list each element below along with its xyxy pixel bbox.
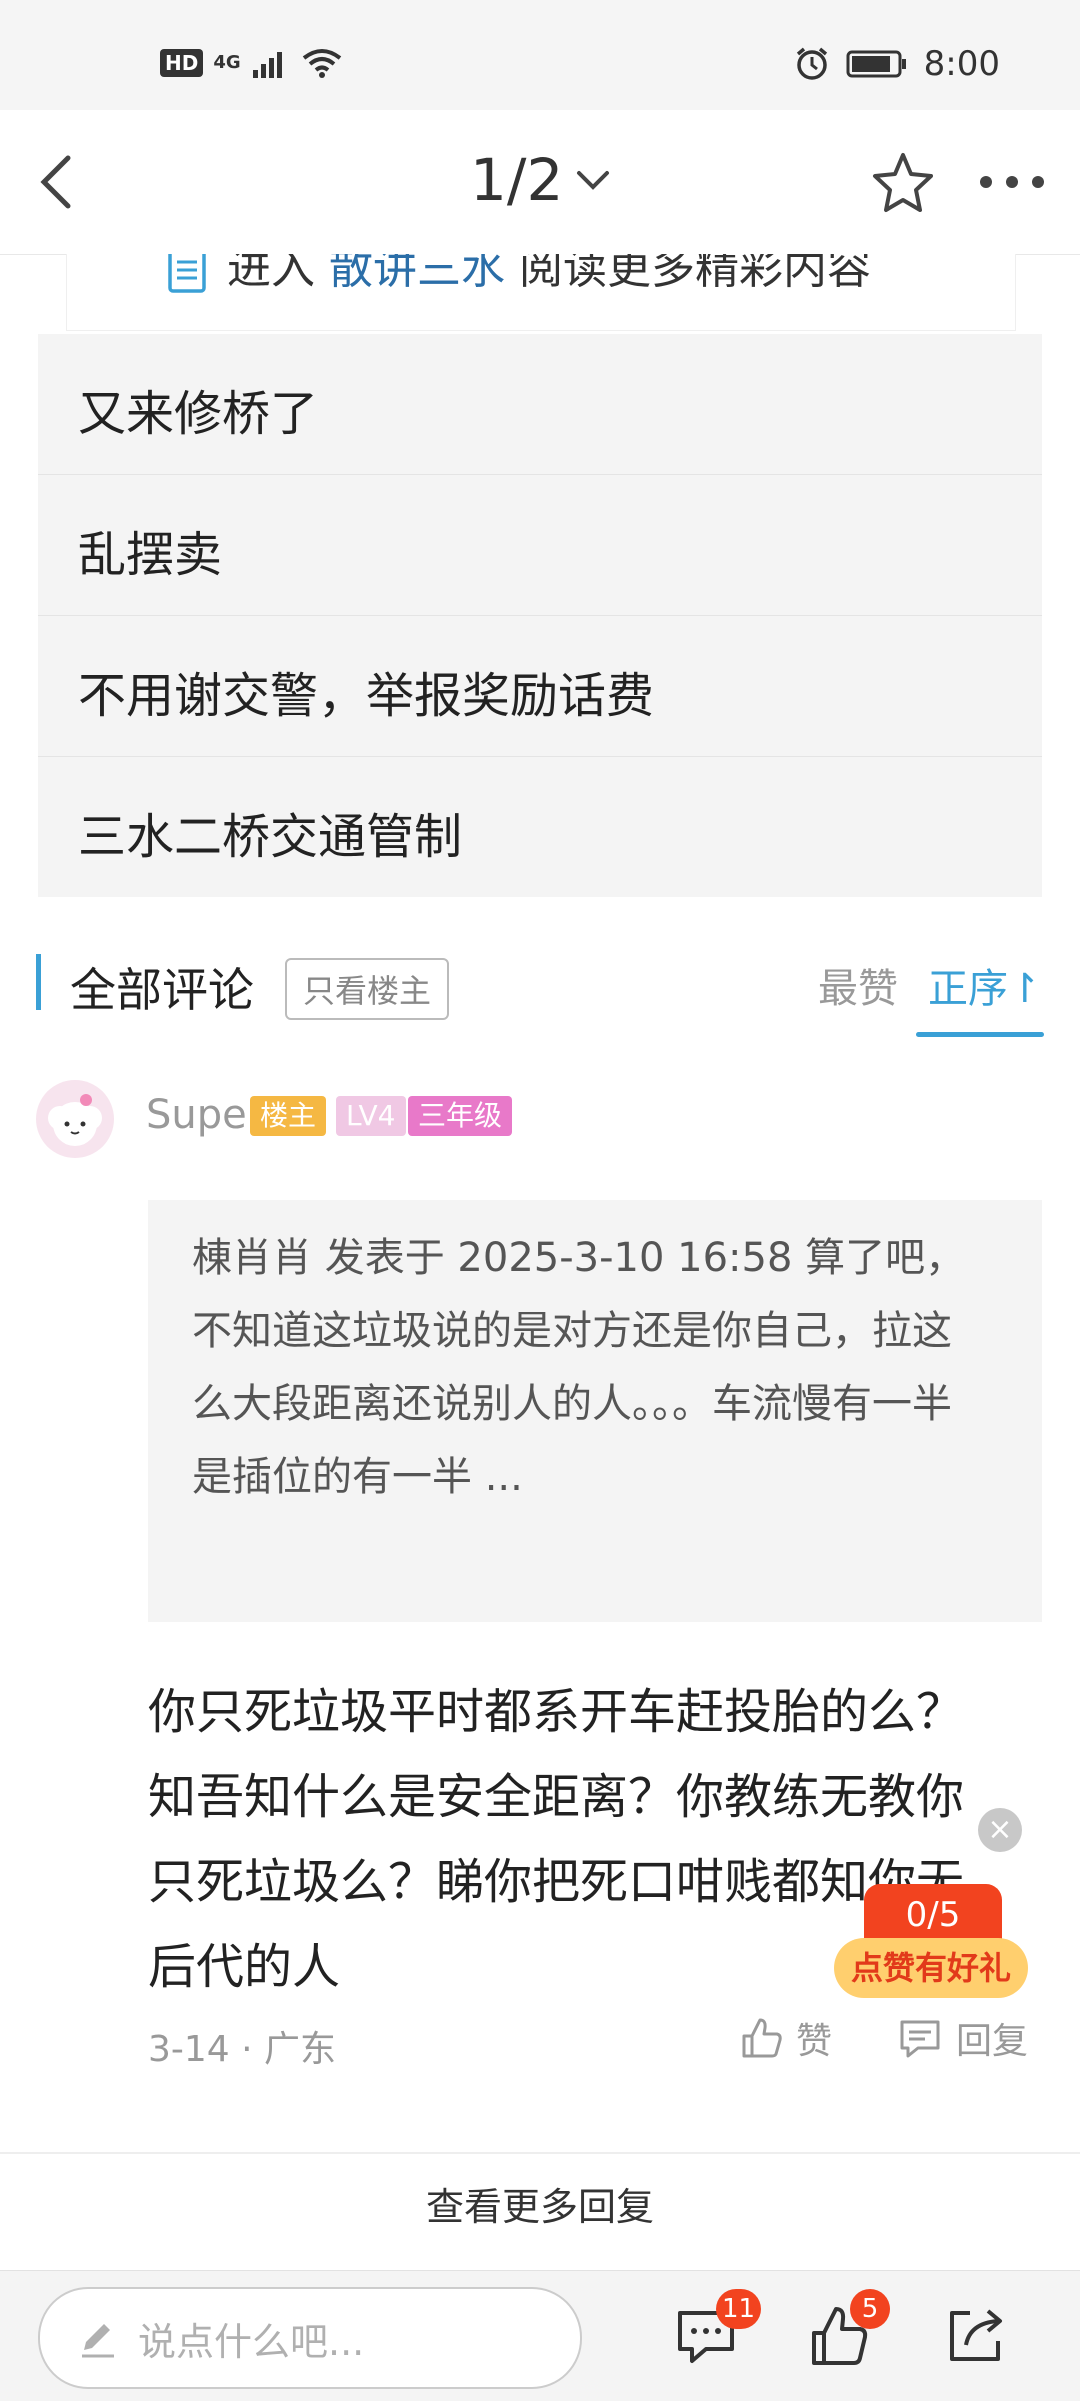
- thumbs-up-icon: [742, 2018, 782, 2058]
- forum-entry-card[interactable]: 进入 散讲三水 阅读更多精彩内容: [66, 254, 1016, 331]
- active-tab-indicator: [916, 1032, 1044, 1037]
- related-thread-title: 不用谢交警，举报奖励话费: [78, 668, 655, 724]
- back-arrow-icon[interactable]: [28, 150, 92, 214]
- like-count-badge: 5: [850, 2289, 890, 2329]
- share-icon[interactable]: [944, 2305, 1006, 2367]
- related-thread-item[interactable]: 三水二桥交通管制: [38, 757, 1042, 897]
- reply-button[interactable]: 回复: [898, 2012, 1028, 2064]
- clock: 8:00: [923, 44, 1000, 84]
- comment-input[interactable]: 说点什么吧...: [38, 2287, 582, 2389]
- comments-header: 全部评论 只看楼主 最赞 正序↾: [0, 930, 1080, 1040]
- status-bar: HD 4G 8:00: [0, 0, 1080, 110]
- avatar[interactable]: [36, 1080, 114, 1158]
- level-badge: LV4: [336, 1096, 406, 1136]
- sort-order-tab[interactable]: 正序↾: [928, 956, 1042, 1014]
- pencil-icon: [82, 2324, 114, 2358]
- hd-icon: HD: [160, 49, 204, 77]
- page-indicator: 1/2: [470, 146, 564, 214]
- favorite-star-icon[interactable]: [870, 150, 936, 216]
- comment-count-badge: 11: [716, 2289, 762, 2329]
- nav-bar: 1/2: [0, 110, 1080, 255]
- bottom-action-bar: 说点什么吧... 11 5: [0, 2270, 1080, 2401]
- section-accent-bar: [36, 954, 41, 1010]
- view-more-replies-link[interactable]: 查看更多回复: [0, 2176, 1080, 2231]
- like-label: 赞: [796, 2021, 833, 2062]
- related-thread-title: 又来修桥了: [78, 386, 319, 442]
- related-thread-item[interactable]: 不用谢交警，举报奖励话费: [38, 616, 1042, 757]
- document-icon: [168, 254, 206, 293]
- more-options-icon[interactable]: [976, 170, 1048, 194]
- comment-input-placeholder: 说点什么吧...: [138, 2319, 365, 2364]
- comments-title: 全部评论: [70, 963, 254, 1017]
- forum-entry-prefix: 进入: [227, 254, 315, 294]
- signal-icon: [252, 52, 282, 78]
- sort-best-tab[interactable]: 最赞: [818, 956, 898, 1014]
- promo-like-counter[interactable]: 0/5: [864, 1884, 1002, 1946]
- chevron-down-icon: [577, 171, 610, 190]
- forum-entry-suffix: 阅读更多精彩内容: [519, 254, 871, 294]
- promo-like-gift-button[interactable]: 点赞有好礼: [834, 1938, 1028, 1998]
- related-thread-item[interactable]: 又来修桥了: [38, 334, 1042, 475]
- divider: [0, 2152, 1080, 2154]
- related-thread-title: 乱摆卖: [78, 527, 223, 583]
- wifi-icon: [302, 49, 341, 78]
- grade-badge: 三年级: [408, 1096, 513, 1136]
- related-thread-title: 三水二桥交通管制: [78, 809, 463, 865]
- related-thread-item[interactable]: 乱摆卖: [38, 475, 1042, 616]
- like-button[interactable]: 赞: [740, 2012, 832, 2064]
- comment-username[interactable]: Supe: [146, 1092, 247, 1138]
- alarm-icon: [796, 47, 827, 80]
- forum-entry-text: 进入 散讲三水 阅读更多精彩内容: [227, 254, 871, 296]
- comment-meta: 3-14 · 广东: [148, 2029, 337, 2070]
- only-owner-filter-button[interactable]: 只看楼主: [285, 958, 450, 1020]
- status-right: 8:00: [794, 44, 1000, 84]
- reply-label: 回复: [956, 2021, 1029, 2062]
- forum-link[interactable]: 散讲三水: [329, 254, 505, 294]
- status-left: HD 4G: [160, 46, 343, 80]
- comment-bubble-icon: [900, 2020, 940, 2058]
- page-selector[interactable]: 1/2: [470, 146, 613, 214]
- battery-icon: [846, 50, 906, 78]
- quoted-comment-text: 棟肖肖 发表于 2025-3-10 16:58 算了吧，不知道这垃圾说的是对方还…: [192, 1235, 966, 1500]
- close-promo-icon[interactable]: ×: [978, 1808, 1022, 1852]
- owner-badge: 楼主: [250, 1096, 327, 1136]
- avatar-cloud-icon: [48, 1094, 102, 1146]
- network-label: 4G: [213, 52, 241, 73]
- quoted-comment[interactable]: 棟肖肖 发表于 2025-3-10 16:58 算了吧，不知道这垃圾说的是对方还…: [148, 1200, 1042, 1622]
